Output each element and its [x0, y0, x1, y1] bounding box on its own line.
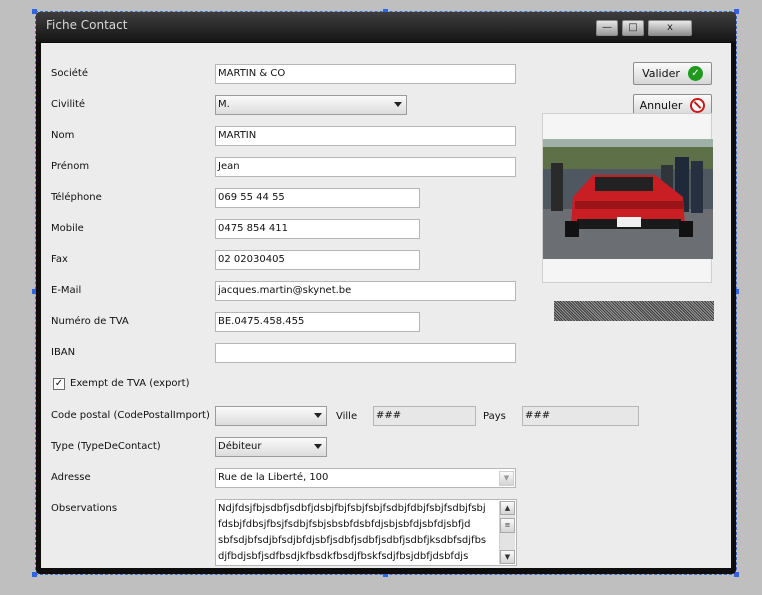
- observation-line: sbfsdjbfsdjbfsdjbfdjsbfjsdbfjsdbfjsdbfjs…: [218, 535, 487, 546]
- minimize-button[interactable]: —: [596, 20, 618, 36]
- civilite-select[interactable]: M.: [215, 95, 407, 115]
- telephone-field[interactable]: 069 55 44 55: [215, 188, 420, 208]
- mobile-field[interactable]: 0475 854 411: [215, 219, 420, 239]
- nom-field[interactable]: MARTIN: [215, 126, 516, 146]
- ville-label: Ville: [336, 411, 358, 422]
- prenom-field[interactable]: Jean: [215, 157, 516, 177]
- scroll-down-button[interactable]: ▼: [500, 550, 515, 564]
- tva-label: Numéro de TVA: [51, 316, 129, 327]
- adresse-scroll-button[interactable]: ▼: [499, 471, 514, 486]
- validate-label: Valider: [642, 67, 680, 80]
- adresse-field[interactable]: Rue de la Liberté, 100: [215, 468, 516, 488]
- photo-caption-placeholder: [554, 301, 714, 321]
- pays-label: Pays: [483, 411, 506, 422]
- code-postal-label: Code postal (CodePostalImport): [51, 410, 210, 421]
- iban-label: IBAN: [51, 347, 76, 358]
- ville-field: ###: [373, 406, 476, 426]
- observations-scrollbar[interactable]: ▲ ≡ ▼: [499, 501, 515, 564]
- window-title: Fiche Contact: [46, 18, 128, 32]
- civilite-label: Civilité: [51, 99, 86, 110]
- societe-field[interactable]: MARTIN & CO: [215, 64, 516, 84]
- civilite-value: M.: [218, 99, 230, 110]
- scroll-up-button[interactable]: ▲: [500, 501, 515, 515]
- observation-line: Ndjfdsjfbjsdbfjsdbfjdsbjfbjfsbjfsbjfsdbj…: [218, 503, 486, 514]
- telephone-label: Téléphone: [51, 192, 102, 203]
- tva-field[interactable]: BE.0475.458.455: [215, 312, 420, 332]
- cancel-label: Annuler: [639, 99, 683, 112]
- observations-label: Observations: [51, 503, 118, 514]
- exempt-label: Exempt de TVA (export): [70, 378, 190, 389]
- fax-field[interactable]: 02 02030405: [215, 250, 420, 270]
- validate-button[interactable]: Valider ✓: [633, 62, 712, 85]
- minimize-icon: —: [602, 22, 612, 33]
- type-select[interactable]: Débiteur: [215, 437, 327, 457]
- observation-line: fdsbjfdbsjfbsjfsdbjfsbjsbsbfdsbfdjsbjsbf…: [218, 519, 471, 530]
- chevron-down-icon: [314, 444, 322, 449]
- email-field[interactable]: jacques.martin@skynet.be: [215, 281, 516, 301]
- contact-photo: [543, 139, 713, 259]
- iban-field[interactable]: [215, 343, 516, 363]
- check-circle-icon: ✓: [687, 66, 703, 81]
- title-bar[interactable]: Fiche Contact — □ x: [36, 12, 736, 42]
- close-icon: x: [667, 22, 673, 33]
- societe-label: Société: [51, 68, 88, 79]
- code-postal-select[interactable]: [215, 406, 327, 426]
- contact-window: Fiche Contact — □ x Société MARTIN & CO …: [36, 12, 736, 574]
- nom-label: Nom: [51, 130, 75, 141]
- exempt-checkbox[interactable]: ✓: [53, 378, 65, 390]
- observation-line: djfbdjsbfjsdfbsdjkfbsdkfbsdjfbskfsdjfbsj…: [218, 551, 469, 562]
- prenom-label: Prénom: [51, 161, 90, 172]
- fax-label: Fax: [51, 254, 68, 265]
- form-area: Société MARTIN & CO Civilité M. Nom MART…: [41, 43, 731, 568]
- close-button[interactable]: x: [648, 20, 692, 36]
- chevron-down-icon: [314, 413, 322, 418]
- pays-field: ###: [522, 406, 639, 426]
- maximize-button[interactable]: □: [622, 20, 644, 36]
- mobile-label: Mobile: [51, 223, 84, 234]
- email-label: E-Mail: [51, 285, 82, 296]
- chevron-down-icon: [394, 102, 402, 107]
- no-entry-icon: [690, 98, 706, 113]
- car-photo-image: [543, 139, 713, 259]
- adresse-label: Adresse: [51, 472, 91, 483]
- contact-photo-frame[interactable]: [542, 113, 713, 283]
- observations-textarea[interactable]: Ndjfdsjfbjsdbfjsdbfjdsbjfbjfsbjfsbjfsdbj…: [215, 499, 517, 566]
- type-label: Type (TypeDeContact): [51, 441, 161, 452]
- type-value: Débiteur: [218, 441, 262, 452]
- maximize-icon: □: [628, 22, 638, 33]
- scroll-thumb[interactable]: ≡: [500, 518, 515, 533]
